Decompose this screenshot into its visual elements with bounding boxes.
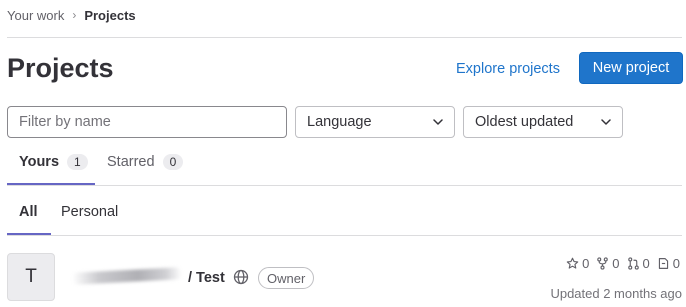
project-name-link[interactable]: / Test — [188, 268, 225, 288]
redacted-namespace — [71, 267, 183, 285]
issues-stat[interactable]: 0 — [657, 256, 680, 271]
tabs-divider — [7, 185, 682, 186]
role-badge: Owner — [258, 267, 315, 289]
project-avatar[interactable]: T — [7, 253, 55, 301]
project-avatar-letter: T — [25, 266, 37, 287]
subtabs-divider — [7, 235, 682, 236]
breadcrumb: Your work › Projects — [7, 6, 136, 24]
merge-requests-count: 0 — [642, 256, 650, 271]
breadcrumb-your-work[interactable]: Your work — [7, 8, 64, 23]
merge-request-icon — [627, 257, 639, 270]
header-divider — [7, 37, 682, 38]
breadcrumb-current: Projects — [84, 7, 136, 23]
sort-dropdown[interactable]: Oldest updated — [463, 106, 623, 138]
chevron-down-icon — [601, 119, 611, 125]
breadcrumb-separator: › — [72, 8, 77, 22]
language-dropdown-label: Language — [307, 114, 372, 130]
sort-dropdown-label: Oldest updated — [475, 114, 574, 130]
issues-icon — [658, 258, 668, 269]
language-dropdown[interactable]: Language — [295, 106, 455, 138]
explore-projects-link[interactable]: Explore projects — [456, 59, 560, 79]
stars-stat[interactable]: 0 — [566, 256, 589, 271]
tab-starred-count: 0 — [162, 154, 184, 170]
new-project-button[interactable]: New project — [579, 52, 683, 84]
updated-timestamp: Updated 2 months ago — [550, 286, 682, 301]
tab-starred-label: Starred — [107, 154, 155, 170]
subtab-all[interactable]: All — [19, 202, 38, 222]
forks-stat[interactable]: 0 — [596, 256, 620, 271]
forks-count: 0 — [612, 256, 620, 271]
chevron-down-icon — [433, 119, 443, 125]
subtab-personal[interactable]: Personal — [61, 202, 118, 222]
issues-count: 0 — [672, 256, 680, 271]
project-stats: 0 0 0 0 — [559, 256, 680, 271]
globe-icon — [233, 269, 249, 290]
fork-icon — [597, 257, 609, 270]
tab-yours-label: Yours — [19, 154, 60, 170]
stars-count: 0 — [582, 256, 590, 271]
merge-requests-stat[interactable]: 0 — [627, 256, 650, 271]
tab-yours[interactable]: Yours 1 — [19, 152, 88, 172]
tab-starred[interactable]: Starred 0 — [107, 152, 184, 172]
page-title: Projects — [7, 53, 114, 83]
star-icon — [566, 257, 579, 269]
tab-yours-count: 1 — [67, 154, 88, 170]
filter-by-name-input[interactable] — [7, 106, 287, 138]
